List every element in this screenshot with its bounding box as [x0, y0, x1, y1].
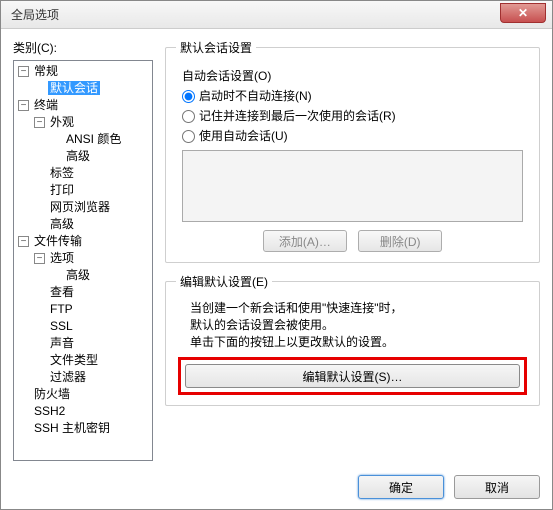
tree-node-tabs[interactable]: 标签	[14, 165, 152, 182]
tree-node-file-types[interactable]: 文件类型	[14, 352, 152, 369]
dialog-footer: 确定 取消	[13, 461, 540, 499]
tree-node-ft-options-advanced[interactable]: 高级	[14, 267, 152, 284]
tree-node-ssh2[interactable]: SSH2	[14, 403, 152, 420]
tree-node-terminal-advanced[interactable]: 高级	[14, 216, 152, 233]
category-label: 类别(C):	[13, 39, 153, 56]
tree-node-filter[interactable]: 过滤器	[14, 369, 152, 386]
edit-default-legend: 编辑默认设置(E)	[176, 273, 272, 290]
auto-session-list	[182, 150, 523, 222]
tree-node-appearance[interactable]: −外观	[14, 114, 152, 131]
close-button[interactable]: ✕	[500, 3, 546, 23]
settings-panel: 默认会话设置 自动会话设置(O) 启动时不自动连接(N) 记住并连接到最后一次使…	[165, 39, 540, 461]
tree-node-ft-options[interactable]: −选项	[14, 250, 152, 267]
category-panel: 类别(C): −常规 默认会话 −终端 −外观	[13, 39, 153, 461]
cancel-button[interactable]: 取消	[454, 475, 540, 499]
option-use-auto-session[interactable]: 使用自动会话(U)	[176, 127, 529, 144]
radio-use-auto-session[interactable]	[182, 130, 195, 143]
option-remember-last[interactable]: 记住并连接到最后一次使用的会话(R)	[176, 107, 529, 124]
tree-node-ftp[interactable]: FTP	[14, 301, 152, 318]
tree-node-ssh-host-keys[interactable]: SSH 主机密钥	[14, 420, 152, 437]
radio-remember-last[interactable]	[182, 110, 195, 123]
collapse-icon[interactable]: −	[18, 236, 29, 247]
highlighted-area: 编辑默认设置(S)…	[178, 357, 527, 395]
collapse-icon[interactable]: −	[34, 253, 45, 264]
tree-node-general[interactable]: −常规	[14, 63, 152, 80]
tree-node-terminal[interactable]: −终端	[14, 97, 152, 114]
tree-node-ft-view[interactable]: 查看	[14, 284, 152, 301]
auto-session-label: 自动会话设置(O)	[176, 67, 529, 84]
edit-default-settings-button[interactable]: 编辑默认设置(S)…	[185, 364, 520, 388]
collapse-icon[interactable]: −	[18, 66, 29, 77]
edit-default-group: 编辑默认设置(E) 当创建一个新会话和使用"快速连接"时， 默认的会话设置会被使…	[165, 273, 540, 406]
global-options-dialog: 全局选项 ✕ 类别(C): −常规 默认会话 −终端	[0, 0, 553, 510]
tree-node-web-browser[interactable]: 网页浏览器	[14, 199, 152, 216]
radio-no-auto-connect[interactable]	[182, 90, 195, 103]
default-session-legend: 默认会话设置	[176, 39, 256, 56]
titlebar: 全局选项 ✕	[1, 1, 552, 29]
tree-node-ansi-color[interactable]: ANSI 颜色	[14, 131, 152, 148]
list-button-row: 添加(A)… 删除(D)	[176, 230, 529, 252]
ok-button[interactable]: 确定	[358, 475, 444, 499]
option-no-auto-connect[interactable]: 启动时不自动连接(N)	[176, 87, 529, 104]
edit-default-description: 当创建一个新会话和使用"快速连接"时， 默认的会话设置会被使用。 单击下面的按钮…	[176, 298, 529, 357]
tree-node-firewall[interactable]: 防火墙	[14, 386, 152, 403]
tree-node-appearance-advanced[interactable]: 高级	[14, 148, 152, 165]
add-button: 添加(A)…	[263, 230, 347, 252]
collapse-icon[interactable]: −	[18, 100, 29, 111]
tree-node-default-session[interactable]: 默认会话	[14, 80, 152, 97]
tree-node-ssl[interactable]: SSL	[14, 318, 152, 335]
tree-node-sound[interactable]: 声音	[14, 335, 152, 352]
collapse-icon[interactable]: −	[34, 117, 45, 128]
tree-node-file-transfer[interactable]: −文件传输	[14, 233, 152, 250]
default-session-group: 默认会话设置 自动会话设置(O) 启动时不自动连接(N) 记住并连接到最后一次使…	[165, 39, 540, 263]
dialog-body: 类别(C): −常规 默认会话 −终端 −外观	[1, 29, 552, 509]
window-title: 全局选项	[11, 6, 59, 23]
tree-node-print[interactable]: 打印	[14, 182, 152, 199]
main-area: 类别(C): −常规 默认会话 −终端 −外观	[13, 39, 540, 461]
delete-button: 删除(D)	[358, 230, 442, 252]
category-tree[interactable]: −常规 默认会话 −终端 −外观 ANSI 颜色	[13, 60, 153, 461]
close-icon: ✕	[518, 6, 528, 20]
